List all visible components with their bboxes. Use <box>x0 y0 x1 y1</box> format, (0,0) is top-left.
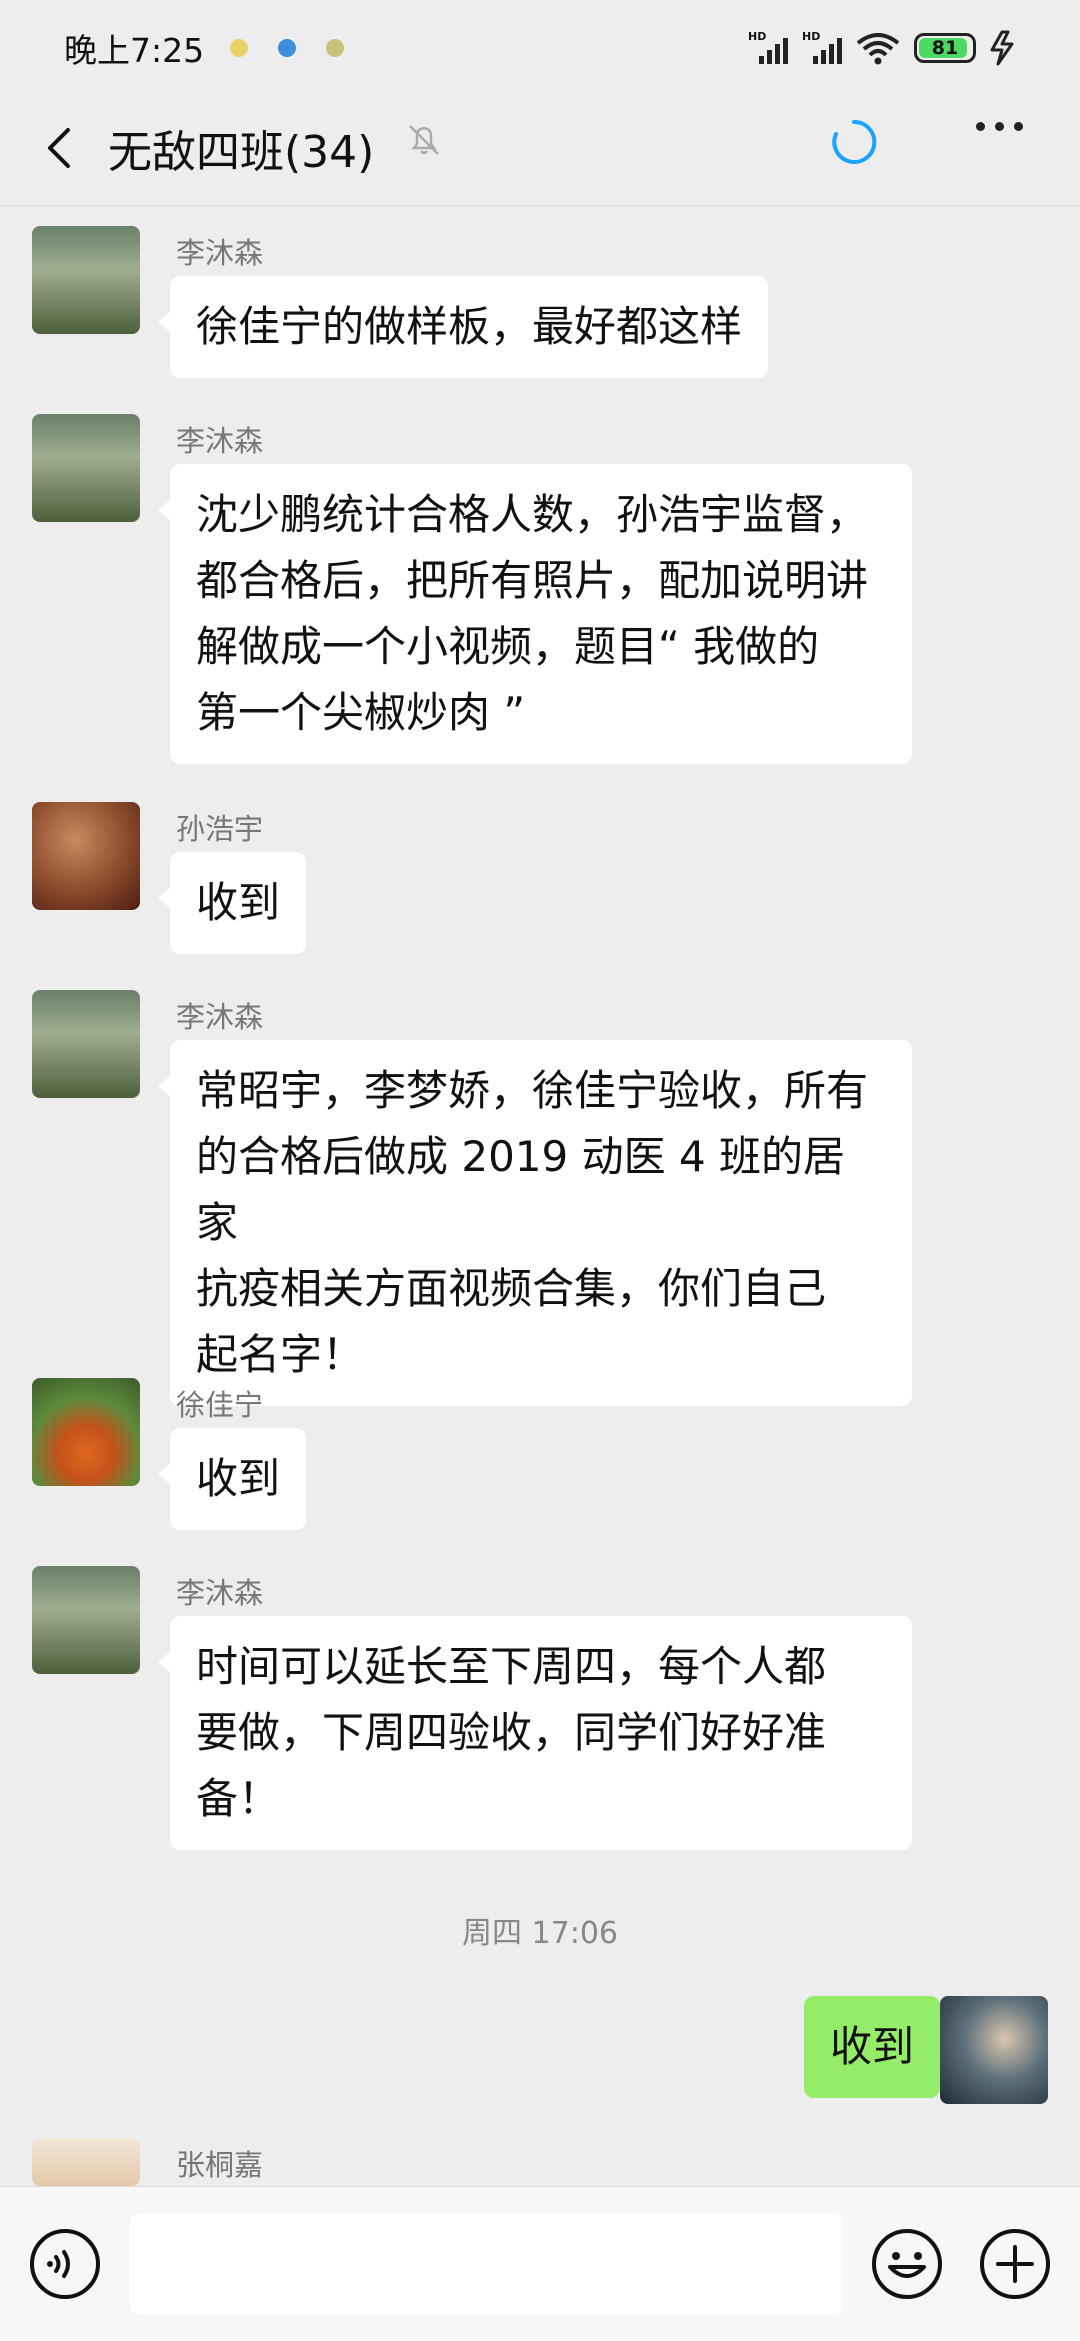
avatar[interactable] <box>32 2138 140 2186</box>
charging-icon <box>990 30 1014 66</box>
message-text-line: 抗疫相关方面视频合集，你们自己 <box>196 1264 827 1313</box>
sender-name: 徐佳宁 <box>176 1388 264 1422</box>
more-dots-icon[interactable] <box>976 122 1023 131</box>
battery-icon: 81 <box>914 33 976 63</box>
status-time: 晚上7:25 <box>64 31 205 70</box>
message-bubble[interactable]: 收到 <box>803 1996 953 2098</box>
avatar[interactable] <box>32 1378 140 1486</box>
message-text-line: 备！ <box>196 1774 281 1823</box>
app-icon-2 <box>278 39 297 57</box>
signal-icon: HD <box>748 30 788 64</box>
avatar[interactable] <box>32 226 140 334</box>
time-separator: 周四 17:06 <box>462 1916 618 1951</box>
sender-name: 李沐森 <box>176 236 264 270</box>
sender-name: 李沐森 <box>176 424 264 458</box>
page-title[interactable]: 无敌四班(34) <box>108 116 374 180</box>
bell-off-icon <box>409 125 439 155</box>
message-input[interactable] <box>130 2213 842 2315</box>
message-text-line: 要做，下周四验收，同学们好好准 <box>196 1708 827 1757</box>
wifi-icon <box>856 33 900 65</box>
message-bubble[interactable]: 收到 <box>157 1428 307 1530</box>
emoji-icon[interactable] <box>870 2227 944 2301</box>
avatar[interactable] <box>32 1566 140 1674</box>
chevron-left-icon[interactable] <box>34 120 90 176</box>
sender-name: 李沐森 <box>176 1000 264 1034</box>
message-text-line: 时间可以延长至下周四，每个人都 <box>196 1642 827 1691</box>
message-bubble[interactable]: 徐佳宁的做样板，最好都这样 <box>157 276 769 378</box>
avatar[interactable] <box>940 1996 1048 2104</box>
status-bar: 晚上7:25 HD HD 81 <box>0 0 1080 96</box>
message-bubble[interactable]: 常昭宇，李梦娇，徐佳宁验收，所有 的合格后做成 2019 动医 4 班的居家 抗… <box>158 1040 912 1406</box>
app-icon-3 <box>326 39 345 57</box>
message-bubble[interactable]: 收到 <box>157 852 307 954</box>
message-text-line: 收到 <box>196 878 281 927</box>
message-text-line: 沈少鹏统计合格人数，孙浩宇监督， <box>196 490 869 539</box>
avatar[interactable] <box>32 802 140 910</box>
message-text-line: 的合格后做成 2019 动医 4 班的居家 <box>196 1132 846 1247</box>
app-icon-1 <box>230 39 249 57</box>
message-text-line: 第一个尖椒炒肉 ” <box>196 688 526 737</box>
message-text-line: 徐佳宁的做样板，最好都这样 <box>196 302 743 351</box>
avatar[interactable] <box>32 990 140 1098</box>
message-text-line: 收到 <box>196 1454 281 1503</box>
avatar[interactable] <box>32 414 140 522</box>
message-bubble[interactable]: 时间可以延长至下周四，每个人都 要做，下周四验收，同学们好好准 备！ <box>158 1616 912 1850</box>
signal-icon: HD <box>802 30 842 64</box>
battery-level: 81 <box>931 37 959 59</box>
message-text-line: 都合格后，把所有照片，配加说明讲 <box>196 556 869 605</box>
notification-icons <box>230 39 345 57</box>
plus-icon[interactable] <box>978 2227 1052 2301</box>
spinner-icon <box>832 119 877 164</box>
input-bar <box>0 2186 1080 2341</box>
message-text-line: 解做成一个小视频，题目“ 我做的 <box>196 622 820 671</box>
message-text-line: 常昭宇，李梦娇，徐佳宁验收，所有 <box>196 1066 869 1115</box>
voice-icon[interactable] <box>28 2227 102 2301</box>
message-bubble[interactable]: 沈少鹏统计合格人数，孙浩宇监督， 都合格后，把所有照片，配加说明讲 解做成一个小… <box>158 464 912 764</box>
sender-name: 张桐嘉 <box>176 2148 264 2182</box>
message-text-line: 收到 <box>829 2022 914 2071</box>
sender-name: 孙浩宇 <box>176 812 264 846</box>
sender-name: 李沐森 <box>176 1576 264 1610</box>
message-text-line: 起名字！ <box>196 1330 365 1379</box>
